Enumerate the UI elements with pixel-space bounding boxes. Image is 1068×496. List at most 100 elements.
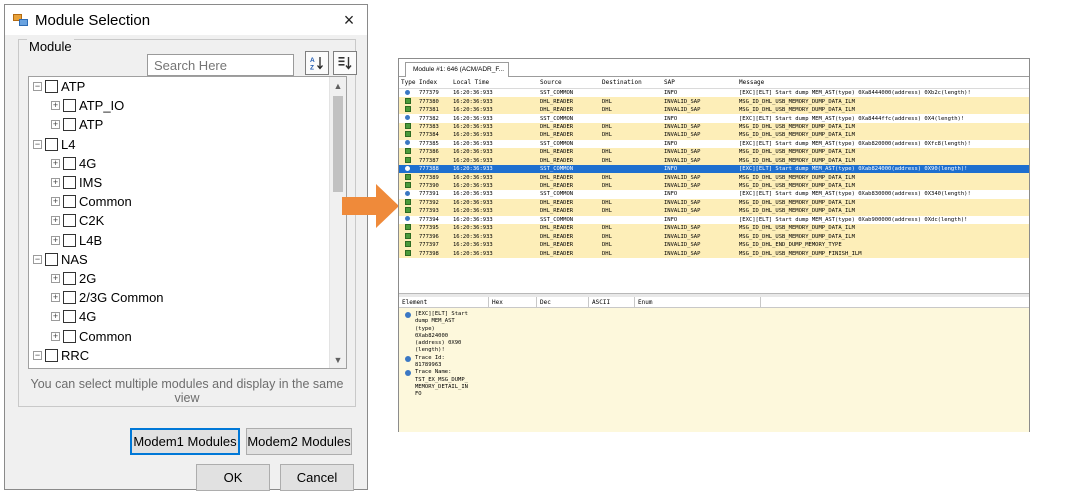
log-row[interactable]: 777385 16:20:36:933 SST_COMMON INFO [EXC][EL… — [399, 139, 1029, 149]
tree-node[interactable]: +2G — [29, 365, 330, 368]
collapse-icon[interactable]: − — [33, 254, 42, 264]
tree-node[interactable]: +2/3G Common — [29, 288, 330, 307]
expand-icon[interactable]: + — [51, 312, 60, 322]
detail-col-enum[interactable]: Enum — [635, 297, 761, 307]
detail-node[interactable]: Trace Name: TST_EX_MSG_DUMP_ MEMORY_DETA… — [405, 369, 468, 398]
log-row[interactable]: 777392 16:20:36:933 DHL_READER DHL INVALID_S… — [399, 198, 1029, 208]
log-row[interactable]: 777387 16:20:36:933 DHL_READER DHL INVALID_S… — [399, 156, 1029, 165]
ok-button[interactable]: OK — [196, 464, 270, 491]
modem2-modules-button[interactable]: Modem2 Modules — [246, 428, 352, 455]
module-checkbox[interactable] — [63, 214, 76, 228]
log-row[interactable]: 777379 16:20:36:933 SST_COMMON INFO [EXC][EL… — [399, 89, 1029, 98]
log-row[interactable]: 777380 16:20:36:933 DHL_READER DHL INVALID_S… — [399, 97, 1029, 106]
module-checkbox[interactable] — [63, 233, 76, 247]
module-log-tab[interactable]: Module #1: 646 (ACM/ADR_F... — [405, 62, 510, 77]
modem1-modules-button[interactable]: Modem1 Modules — [130, 428, 240, 455]
log-row[interactable]: 777390 16:20:36:933 DHL_READER DHL INVALID_S… — [399, 181, 1029, 191]
module-checkbox[interactable] — [63, 329, 76, 343]
scroll-up-icon[interactable]: ▲ — [330, 77, 346, 94]
col-type[interactable]: Type — [399, 79, 419, 86]
scroll-thumb[interactable] — [333, 96, 343, 192]
row-source: DHL_READER — [540, 174, 574, 181]
detail-col-ascii[interactable]: ASCII — [589, 297, 635, 307]
expand-icon[interactable]: + — [51, 235, 60, 245]
module-checkbox[interactable] — [63, 367, 76, 368]
col-destination[interactable]: Destination — [602, 79, 664, 86]
log-row[interactable]: 777397 16:20:36:933 DHL_READER DHL INVALID_S… — [399, 240, 1029, 250]
log-row[interactable]: 777393 16:20:36:933 DHL_READER DHL INVALID_S… — [399, 207, 1029, 216]
log-row[interactable]: 777398 16:20:36:933 DHL_READER DHL INVALID_S… — [399, 249, 1029, 258]
collapse-icon[interactable]: − — [33, 82, 42, 92]
module-checkbox[interactable] — [45, 80, 58, 94]
expand-icon[interactable]: + — [51, 216, 60, 226]
module-checkbox[interactable] — [63, 195, 76, 209]
tree-node[interactable]: + IMS — [29, 173, 330, 192]
title-bar[interactable]: Module Selection × — [5, 5, 367, 35]
expand-icon[interactable]: + — [51, 158, 60, 168]
log-row[interactable]: 777381 16:20:36:933 DHL_READER DHL INVALID_S… — [399, 105, 1029, 115]
tree-node[interactable]: − L4 — [29, 135, 330, 154]
expand-icon[interactable]: + — [51, 120, 60, 130]
detail-col-hex[interactable]: Hex — [489, 297, 537, 307]
expand-icon[interactable]: + — [51, 197, 60, 207]
log-row[interactable]: 777389 16:20:36:933 DHL_READER DHL INVALID_S… — [399, 173, 1029, 182]
tree-node[interactable]: − NAS — [29, 250, 330, 269]
expand-icon[interactable]: + — [51, 101, 60, 111]
expand-icon[interactable]: + — [51, 331, 60, 341]
module-checkbox[interactable] — [45, 348, 58, 362]
tree-node[interactable]: + ATP — [29, 115, 330, 134]
scroll-down-icon[interactable]: ▼ — [330, 351, 346, 368]
tree-node[interactable]: − RRC — [29, 346, 330, 365]
expand-icon[interactable]: + — [51, 293, 60, 303]
module-checkbox[interactable] — [63, 310, 76, 324]
module-checkbox[interactable] — [63, 176, 76, 190]
collapse-icon[interactable]: − — [33, 350, 42, 360]
expand-icon[interactable]: + — [51, 178, 60, 188]
log-row[interactable]: 777384 16:20:36:933 DHL_READER DHL INVALID_S… — [399, 131, 1029, 140]
tree-node[interactable]: +4G — [29, 154, 330, 173]
detail-node[interactable]: Trace Id: 81789963 — [405, 355, 468, 370]
tree-node[interactable]: + Common — [29, 326, 330, 345]
tree-node[interactable]: + C2K — [29, 211, 330, 230]
module-checkbox[interactable] — [63, 99, 76, 113]
col-source[interactable]: Source — [540, 79, 602, 86]
log-row[interactable]: 777391 16:20:36:933 SST_COMMON INFO [EXC][EL… — [399, 190, 1029, 199]
detail-col-dec[interactable]: Dec — [537, 297, 589, 307]
module-checkbox[interactable] — [63, 291, 76, 305]
collapse-icon[interactable]: − — [33, 139, 42, 149]
tree-node[interactable]: + L4B — [29, 231, 330, 250]
tree-node[interactable]: +4G — [29, 307, 330, 326]
col-sap[interactable]: SAP — [664, 79, 739, 86]
module-checkbox[interactable] — [63, 118, 76, 132]
log-row[interactable]: 777394 16:20:36:933 SST_COMMON INFO [EXC][EL… — [399, 215, 1029, 224]
detail-col-element[interactable]: Element — [399, 297, 489, 307]
tree-node-label: IMS — [79, 175, 103, 191]
module-checkbox[interactable] — [63, 156, 76, 170]
import-button[interactable] — [333, 51, 357, 75]
col-index[interactable]: Index — [419, 79, 453, 86]
expand-icon[interactable]: + — [51, 273, 60, 283]
detail-node[interactable]: [EXC][ELT] Start dump MEM_AST (type) 0Xa… — [405, 311, 468, 355]
module-checkbox[interactable] — [45, 252, 58, 266]
log-row[interactable]: 777383 16:20:36:933 DHL_READER DHL INVALID_S… — [399, 122, 1029, 132]
module-checkbox[interactable] — [63, 271, 76, 285]
col-message[interactable]: Message — [739, 79, 1029, 86]
close-button[interactable]: × — [331, 5, 367, 35]
log-row[interactable]: 777382 16:20:36:933 SST_COMMON INFO [EXC][EL… — [399, 114, 1029, 123]
sort-button[interactable]: A Z — [305, 51, 329, 75]
row-sap: INVALID_SAP — [664, 199, 701, 206]
search-input[interactable] — [147, 54, 294, 76]
log-row[interactable]: 777395 16:20:36:933 DHL_READER DHL INVALID_S… — [399, 224, 1029, 233]
row-message: [EXC][ELT] Start dump MEM_AST(type) 0Xab… — [739, 216, 968, 223]
tree-node[interactable]: − ATP — [29, 77, 330, 96]
log-row[interactable]: 777396 16:20:36:933 DHL_READER DHL INVALID_S… — [399, 232, 1029, 241]
cancel-button[interactable]: Cancel — [280, 464, 354, 491]
log-row[interactable]: 777386 16:20:36:933 DHL_READER DHL INVALID_S… — [399, 148, 1029, 157]
module-checkbox[interactable] — [45, 137, 58, 151]
row-sap: INFO — [664, 90, 678, 97]
tree-node[interactable]: + ATP_IO — [29, 96, 330, 115]
col-local-time[interactable]: Local Time — [453, 79, 540, 86]
tree-node[interactable]: +2G — [29, 269, 330, 288]
tree-node[interactable]: + Common — [29, 192, 330, 211]
log-row[interactable]: 777388 16:20:36:933 SST_COMMON INFO [EXC][EL… — [399, 164, 1029, 174]
